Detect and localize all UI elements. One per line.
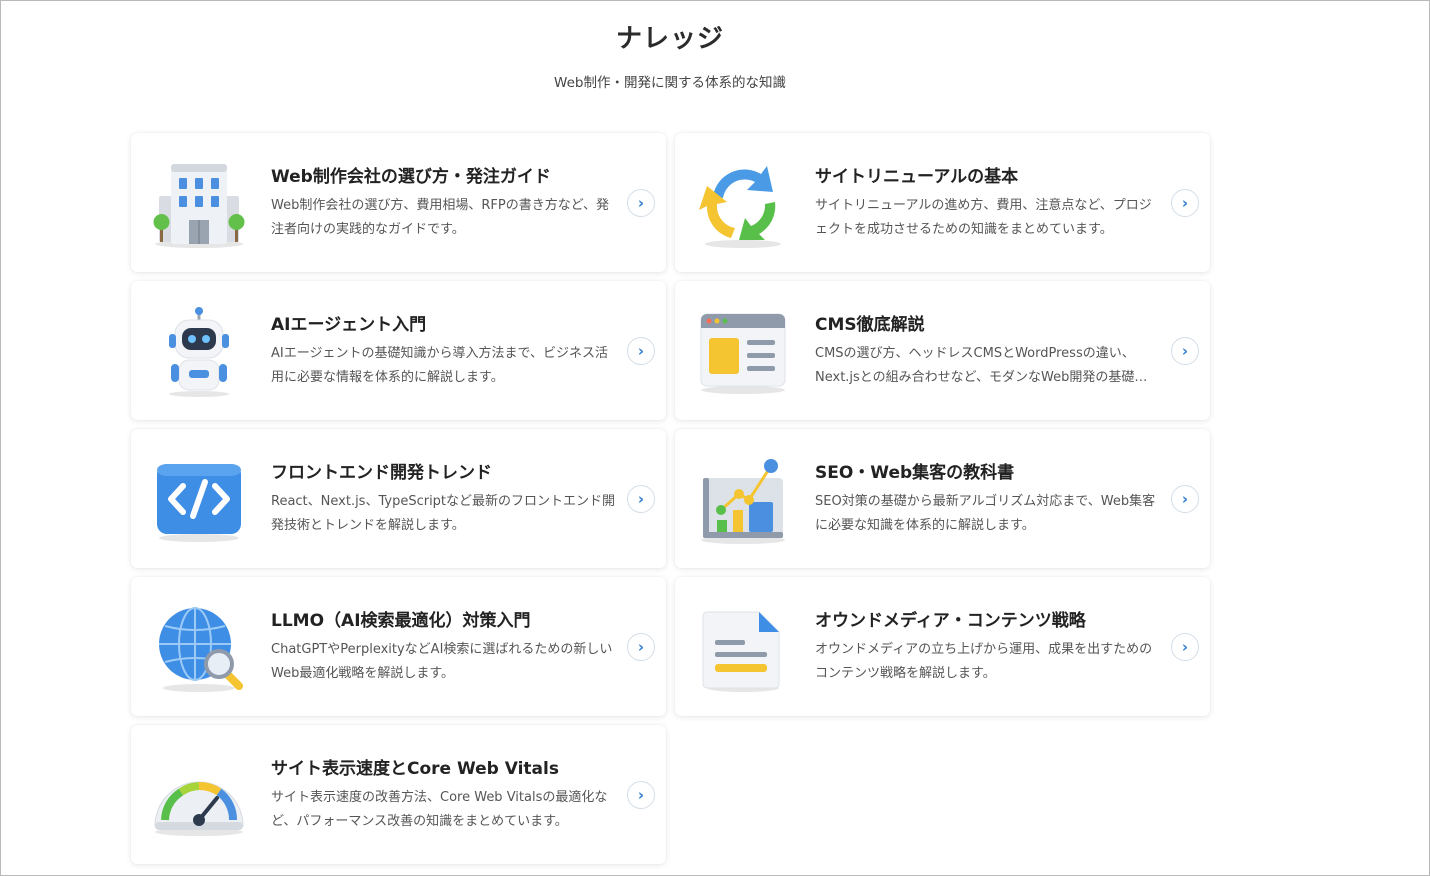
code-icon [149, 454, 249, 546]
card-cms-guide[interactable]: CMS徹底解説 CMSの選び方、ヘッドレスCMSとWordPressの違い、Ne… [675, 281, 1210, 420]
card-site-renewal[interactable]: サイトリニューアルの基本 サイトリニューアルの進め方、費用、注意点など、プロジェ… [675, 133, 1210, 272]
office-building-icon [149, 158, 249, 250]
card-ai-agent-intro[interactable]: AIエージェント入門 AIエージェントの基礎知識から導入方法まで、ビジネス活用に… [131, 281, 666, 420]
knowledge-card-grid: Web制作会社の選び方・発注ガイド Web制作会社の選び方、費用相場、RFPの書… [131, 133, 1210, 864]
renew-arrows-icon [693, 158, 793, 250]
card-frontend-trends[interactable]: フロントエンド開発トレンド React、Next.js、TypeScriptなど… [131, 429, 666, 568]
card-title: AIエージェント入門 [271, 315, 427, 335]
chevron-right-icon[interactable]: › [1171, 485, 1199, 513]
speedometer-icon [149, 750, 249, 842]
chevron-right-icon[interactable]: › [627, 337, 655, 365]
card-description: オウンドメディアの立ち上げから運用、成果を出すためのコンテンツ戦略を解説します。 [815, 642, 1153, 681]
card-title: Web制作会社の選び方・発注ガイド [271, 167, 551, 187]
card-seo-textbook[interactable]: SEO・Web集客の教科書 SEO対策の基礎から最新アルゴリズム対応まで、Web… [675, 429, 1210, 568]
growth-chart-icon [693, 454, 793, 546]
card-title: LLMO（AI検索最適化）対策入門 [271, 611, 531, 631]
card-description: ChatGPTやPerplexityなどAI検索に選ばれるための新しいWeb最適… [271, 642, 613, 681]
card-title: CMS徹底解説 [815, 315, 925, 335]
card-title: フロントエンド開発トレンド [271, 463, 492, 483]
card-description: SEO対策の基礎から最新アルゴリズム対応まで、Web集客に必要な知識を体系的に解… [815, 494, 1156, 533]
card-owned-media[interactable]: オウンドメディア・コンテンツ戦略 オウンドメディアの立ち上げから運用、成果を出す… [675, 577, 1210, 716]
card-llmo-intro[interactable]: LLMO（AI検索最適化）対策入門 ChatGPTやPerplexityなどAI… [131, 577, 666, 716]
chevron-right-icon[interactable]: › [627, 633, 655, 661]
chevron-right-icon[interactable]: › [627, 485, 655, 513]
card-title: SEO・Web集客の教科書 [815, 463, 1015, 483]
globe-search-icon [149, 602, 249, 694]
chevron-right-icon[interactable]: › [1171, 337, 1199, 365]
page-subtitle: Web制作・開発に関する体系的な知識 [554, 75, 786, 91]
card-description: AIエージェントの基礎知識から導入方法まで、ビジネス活用に必要な情報を体系的に解… [271, 346, 608, 385]
chevron-right-icon[interactable]: › [1171, 633, 1199, 661]
document-icon [693, 602, 793, 694]
card-description: React、Next.js、TypeScriptなど最新のフロントエンド開発技術… [271, 494, 616, 533]
card-core-web-vitals[interactable]: サイト表示速度とCore Web Vitals サイト表示速度の改善方法、Cor… [131, 725, 666, 864]
card-title: サイトリニューアルの基本 [815, 167, 1019, 187]
card-web-agency-guide[interactable]: Web制作会社の選び方・発注ガイド Web制作会社の選び方、費用相場、RFPの書… [131, 133, 666, 272]
chevron-right-icon[interactable]: › [627, 189, 655, 217]
card-title: オウンドメディア・コンテンツ戦略 [815, 611, 1086, 631]
chevron-right-icon[interactable]: › [1171, 189, 1199, 217]
chevron-right-icon[interactable]: › [627, 781, 655, 809]
page-title: ナレッジ [615, 24, 724, 54]
robot-icon [149, 306, 249, 398]
browser-window-icon [693, 306, 793, 398]
card-description: サイト表示速度の改善方法、Core Web Vitalsの最適化など、パフォーマ… [271, 790, 608, 829]
card-description: CMSの選び方、ヘッドレスCMSとWordPressの違い、Next.jsとの組… [815, 346, 1148, 385]
card-title: サイト表示速度とCore Web Vitals [271, 759, 559, 779]
card-description: サイトリニューアルの進め方、費用、注意点など、プロジェクトを成功させるための知識… [815, 198, 1152, 237]
card-description: Web制作会社の選び方、費用相場、RFPの書き方など、発注者向けの実践的なガイド… [271, 198, 610, 237]
